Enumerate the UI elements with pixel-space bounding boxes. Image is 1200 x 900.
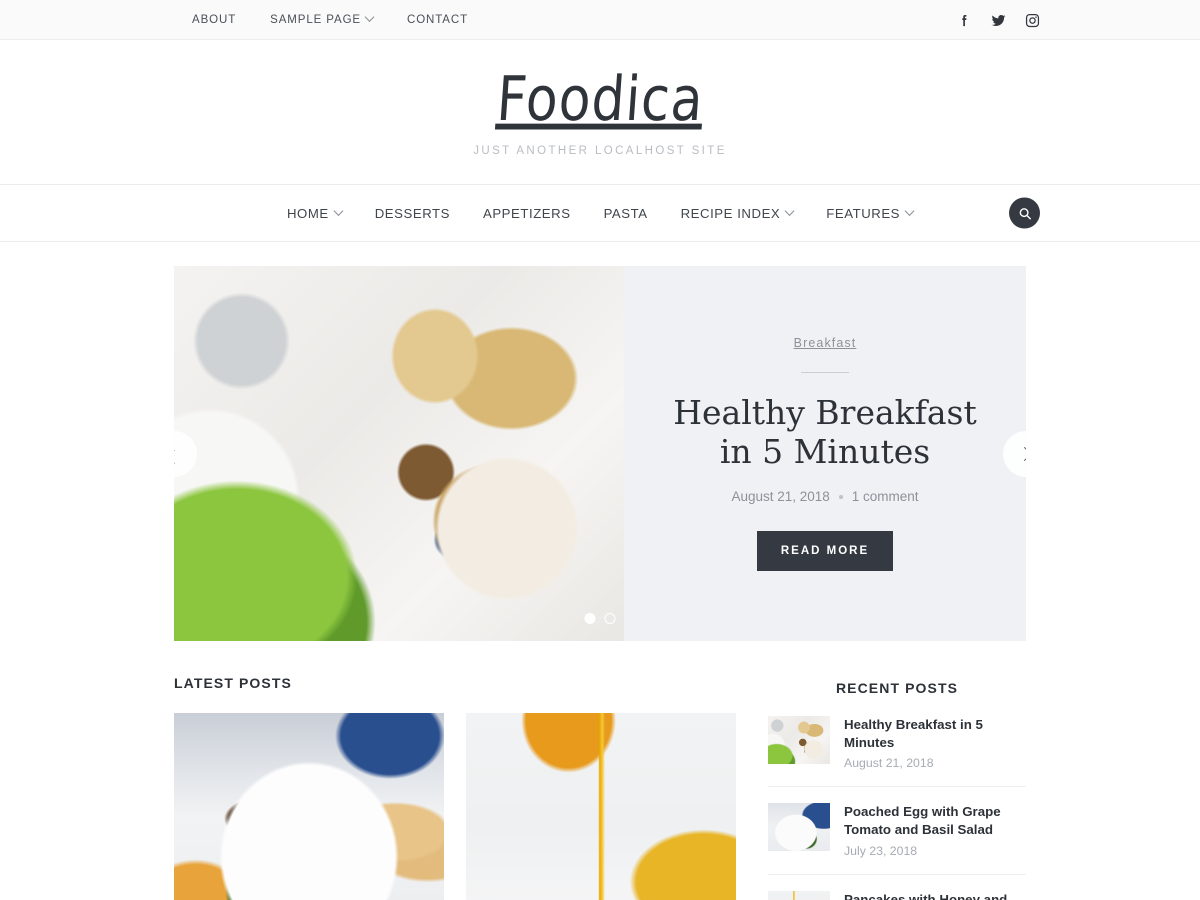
- post-card[interactable]: [466, 713, 736, 900]
- topnav-item-contact[interactable]: CONTACT: [407, 14, 468, 26]
- post-thumbnail[interactable]: [466, 713, 736, 900]
- recent-posts-heading: RECENT POSTS: [835, 680, 959, 696]
- social-links: [957, 0, 1040, 40]
- chevron-left-icon: [174, 449, 182, 464]
- facebook-icon[interactable]: [957, 13, 972, 28]
- topnav-label: CONTACT: [406, 13, 469, 26]
- topnav-item-sample-page[interactable]: SAMPLE PAGE: [270, 12, 375, 26]
- recent-post-date: July 23, 2018: [844, 843, 918, 858]
- top-navigation: ABOUT SAMPLE PAGE CONTACT: [192, 12, 468, 26]
- list-item[interactable]: Poached Egg with Grape Tomato and Basil …: [768, 803, 1026, 875]
- breakfast-bowl-photo: [174, 266, 624, 641]
- instagram-icon[interactable]: [1025, 13, 1040, 28]
- menu-label: DESSERTS: [374, 205, 450, 221]
- recent-post-title[interactable]: Healthy Breakfast in 5 Minutes: [844, 716, 1026, 751]
- hero-date: August 21, 2018: [731, 489, 830, 505]
- chevron-down-icon: [784, 205, 795, 216]
- menu-item-recipe-index[interactable]: RECIPE INDEX: [680, 205, 795, 221]
- menu-item-appetizers[interactable]: APPETIZERS: [483, 206, 571, 221]
- list-item[interactable]: Pancakes with Honey and Berries July 10,…: [768, 890, 1026, 900]
- post-thumbnail[interactable]: [768, 803, 830, 852]
- menu-item-pasta[interactable]: PASTA: [604, 206, 648, 221]
- recent-post-date: August 21, 2018: [844, 756, 934, 771]
- read-more-button[interactable]: READ MORE: [756, 531, 894, 572]
- latest-posts-heading: LATEST POSTS: [174, 675, 292, 691]
- recent-post-title[interactable]: Poached Egg with Grape Tomato and Basil …: [844, 803, 1026, 838]
- slider-dot-2[interactable]: [604, 613, 616, 624]
- main-menu: HOME DESSERTS APPETIZERS PASTA RECIPE IN…: [286, 205, 915, 221]
- page-wrapper: Breakfast Healthy Breakfast in 5 Minutes…: [174, 266, 1026, 900]
- topnav-item-about[interactable]: ABOUT: [192, 14, 236, 26]
- breakfast-bowl-thumbnail: [768, 716, 830, 764]
- top-bar: ABOUT SAMPLE PAGE CONTACT: [0, 0, 1200, 40]
- post-thumbnail[interactable]: [174, 713, 444, 900]
- pancakes-thumbnail: [768, 890, 830, 900]
- recent-posts-list: Healthy Breakfast in 5 Minutes August 21…: [768, 716, 1026, 900]
- dot-separator-icon: [838, 494, 843, 499]
- hero-title[interactable]: Healthy Breakfast in 5 Minutes: [660, 393, 990, 472]
- site-tagline: JUST ANOTHER LOCALHOST SITE: [473, 144, 727, 157]
- hero-comments[interactable]: 1 comment: [852, 489, 919, 504]
- post-thumbnail[interactable]: [768, 890, 830, 900]
- menu-label: FEATURES: [826, 205, 901, 221]
- menu-item-desserts[interactable]: DESSERTS: [375, 206, 450, 221]
- main-column: LATEST POSTS: [174, 675, 736, 900]
- chevron-right-icon: [1017, 446, 1026, 461]
- post-card[interactable]: [174, 713, 444, 900]
- menu-label: RECIPE INDEX: [680, 205, 781, 221]
- chevron-down-icon: [904, 205, 915, 216]
- hero-image[interactable]: [174, 266, 624, 641]
- recent-post-title[interactable]: Pancakes with Honey and Berries: [844, 891, 1026, 900]
- menu-label: APPETIZERS: [482, 205, 571, 221]
- latest-posts-grid: [174, 713, 736, 900]
- divider: [801, 371, 849, 373]
- menu-item-features[interactable]: FEATURES: [826, 205, 915, 221]
- menu-label: HOME: [286, 205, 329, 221]
- topnav-label: ABOUT: [192, 13, 237, 26]
- chevron-down-icon: [364, 12, 375, 22]
- slider-pagination: [584, 613, 616, 624]
- site-logo[interactable]: Foodica: [494, 64, 706, 135]
- search-icon: [1019, 207, 1031, 219]
- honey-pour-photo: [466, 713, 736, 900]
- hero-category[interactable]: Breakfast: [794, 336, 857, 350]
- content-area: LATEST POSTS RECENT POSTS Healthy Breakf…: [174, 675, 1026, 900]
- post-thumbnail[interactable]: [768, 716, 830, 764]
- hero-content: Breakfast Healthy Breakfast in 5 Minutes…: [624, 266, 1026, 641]
- search-button[interactable]: [1009, 197, 1040, 229]
- slider-dot-1[interactable]: [584, 613, 596, 624]
- list-item-body: Poached Egg with Grape Tomato and Basil …: [844, 803, 1026, 857]
- mushroom-plate-photo: [174, 713, 444, 900]
- hero-slider: Breakfast Healthy Breakfast in 5 Minutes…: [174, 266, 1026, 641]
- list-item[interactable]: Healthy Breakfast in 5 Minutes August 21…: [768, 716, 1026, 788]
- hero-meta: August 21, 2018 1 comment: [731, 489, 918, 504]
- list-item-body: Healthy Breakfast in 5 Minutes August 21…: [844, 716, 1026, 770]
- sidebar: RECENT POSTS Healthy Breakfast in 5 Minu…: [768, 675, 1026, 900]
- chevron-down-icon: [333, 205, 344, 216]
- twitter-icon[interactable]: [990, 13, 1007, 28]
- list-item-body: Pancakes with Honey and Berries July 10,…: [844, 891, 1026, 900]
- menu-label: PASTA: [603, 205, 648, 221]
- site-branding: Foodica JUST ANOTHER LOCALHOST SITE: [0, 40, 1200, 185]
- topnav-label: SAMPLE PAGE: [270, 13, 361, 26]
- menu-item-home[interactable]: HOME: [286, 205, 344, 221]
- main-navigation: HOME DESSERTS APPETIZERS PASTA RECIPE IN…: [0, 185, 1200, 242]
- poached-egg-thumbnail: [768, 803, 830, 852]
